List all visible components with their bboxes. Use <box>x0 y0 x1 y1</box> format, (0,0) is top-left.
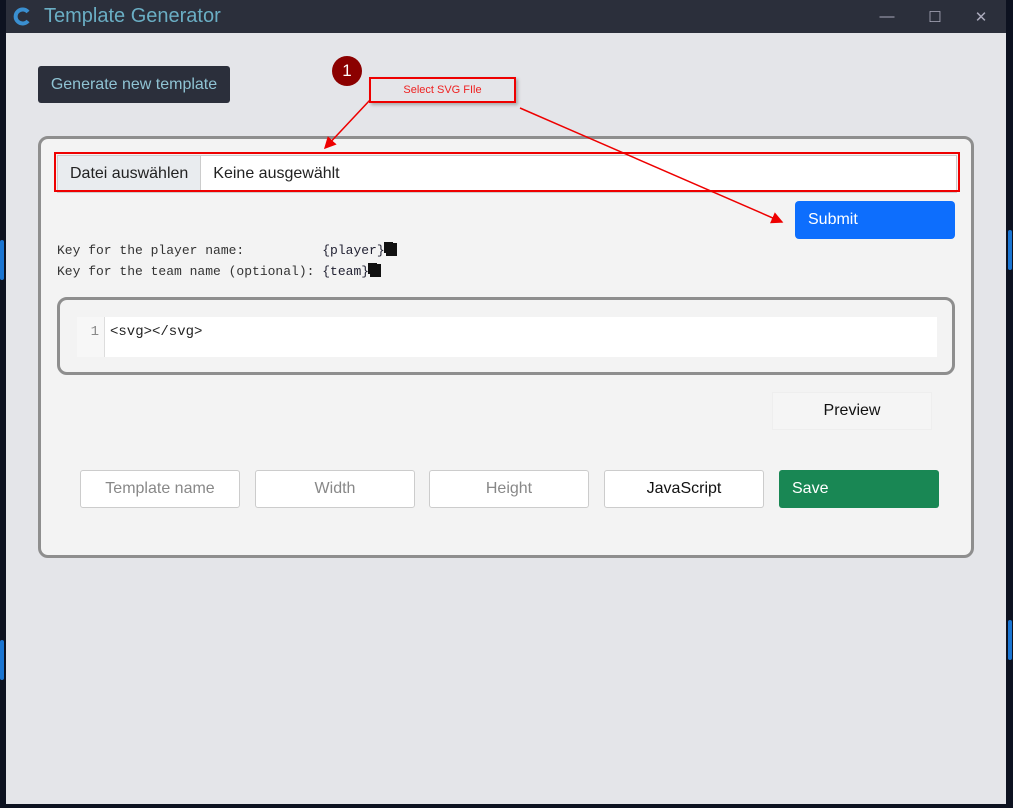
preview-button[interactable]: Preview <box>772 392 932 430</box>
minimize-icon[interactable]: — <box>864 0 910 33</box>
save-button[interactable]: Save <box>779 470 939 508</box>
code-editor: 1 <svg></svg> <box>57 297 955 375</box>
title-bar[interactable]: Template Generator — ☐ ✕ <box>6 0 1006 33</box>
wallpaper-streak <box>1008 230 1012 270</box>
team-key-value: {team} <box>322 264 370 279</box>
player-key-value: {player} <box>322 243 385 258</box>
choose-file-button[interactable]: Datei auswählen <box>58 156 202 192</box>
width-input[interactable]: Width <box>255 470 415 508</box>
step-badge: 1 <box>332 56 362 86</box>
template-card: Datei auswählen Keine ausgewählt Submit … <box>38 136 974 558</box>
copy-icon[interactable] <box>370 264 382 277</box>
annotation-callout: Select SVG FIle <box>369 77 516 103</box>
file-input-value: Keine ausgewählt <box>213 165 340 182</box>
team-key-label: Key for the team name (optional): <box>57 264 323 279</box>
maximize-icon[interactable]: ☐ <box>912 0 958 33</box>
code-content[interactable]: <svg></svg> <box>105 317 202 357</box>
team-key-row: Key for the team name (optional): {team} <box>57 264 382 279</box>
generate-new-template-button[interactable]: Generate new template <box>38 66 230 103</box>
javascript-button[interactable]: JavaScript <box>604 470 764 508</box>
line-number: 1 <box>77 317 105 357</box>
copy-icon[interactable] <box>385 243 397 256</box>
height-input[interactable]: Height <box>429 470 589 508</box>
submit-button[interactable]: Submit <box>795 201 955 239</box>
code-area[interactable]: 1 <svg></svg> <box>77 317 937 357</box>
template-name-input[interactable]: Template name <box>80 470 240 508</box>
window-title: Template Generator <box>44 5 221 27</box>
wallpaper-streak <box>0 640 4 680</box>
player-key-label: Key for the player name: <box>57 243 323 258</box>
close-icon[interactable]: ✕ <box>958 0 1004 33</box>
file-input[interactable]: Datei auswählen Keine ausgewählt <box>57 155 957 193</box>
app-logo-icon <box>12 6 34 28</box>
player-key-row: Key for the player name: {player} <box>57 243 397 258</box>
app-window: Template Generator — ☐ ✕ Generate new te… <box>6 0 1006 804</box>
wallpaper-streak <box>0 240 4 280</box>
wallpaper-streak <box>1008 620 1012 660</box>
